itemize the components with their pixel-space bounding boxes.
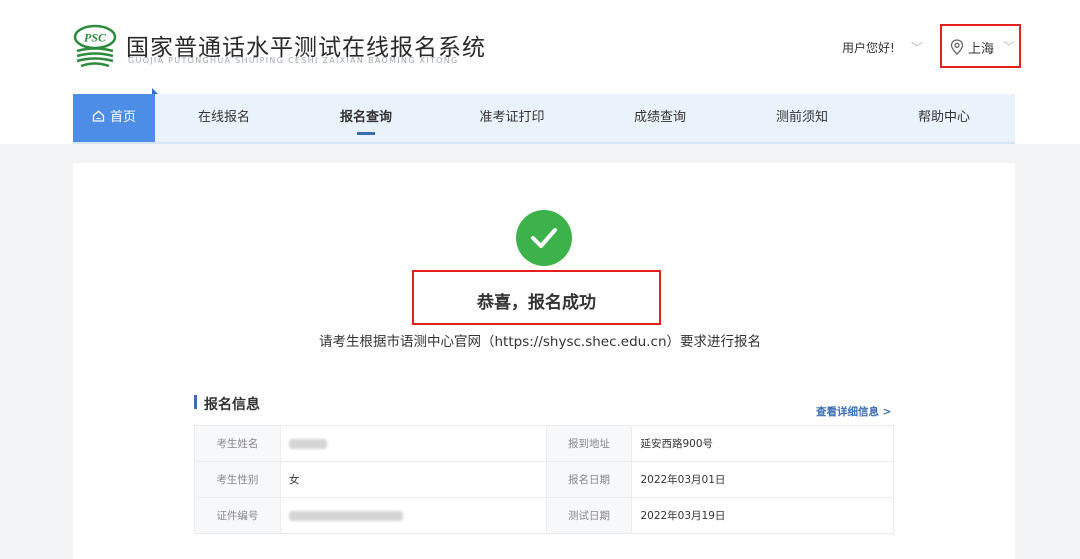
active-tab-indicator: [357, 132, 375, 135]
chevron-down-icon[interactable]: ﹀: [911, 39, 923, 56]
success-check-icon: [516, 210, 572, 266]
main-nav: 首页 在线报名 报名查询 准考证打印 成绩查询 测前须知 帮助中心: [73, 88, 1015, 144]
nav-admission-ticket[interactable]: 准考证打印: [461, 94, 563, 142]
table-row: 考生性别 女 报名日期 2022年03月01日: [194, 461, 894, 498]
nav-home[interactable]: 首页: [73, 88, 158, 142]
redacted-value: [288, 510, 403, 521]
value-name: [279, 425, 547, 462]
nav-home-label: 首页: [109, 110, 136, 125]
nav-tab-fold: [152, 88, 158, 94]
nav-online-register[interactable]: 在线报名: [173, 94, 275, 142]
city-label: 上海: [968, 42, 995, 57]
success-title: 恭喜，报名成功: [477, 293, 596, 313]
label-register-date: 报名日期: [545, 461, 633, 498]
psc-logo: PSC: [73, 24, 117, 68]
label-test-date: 测试日期: [545, 497, 633, 534]
nav-register-query-label: 报名查询: [339, 110, 392, 125]
success-highlight: 恭喜，报名成功: [412, 270, 661, 325]
registration-info-table: 考生姓名 报到地址 延安西路900号 考生性别 女 报名日期 2022年03月0…: [194, 425, 894, 534]
section-title: 报名信息: [204, 397, 260, 413]
label-name: 考生姓名: [194, 425, 281, 462]
table-row: 考生姓名 报到地址 延安西路900号: [194, 425, 894, 462]
value-test-date: 2022年03月19日: [631, 497, 894, 534]
site-subtitle: GUOJIA PUTONGHUA SHUIPING CESHI ZAIXIAN …: [128, 56, 459, 65]
nav-register-query[interactable]: 报名查询: [315, 94, 417, 142]
city-selector[interactable]: 上海 ﹀: [940, 24, 1021, 68]
value-id-number: [279, 497, 547, 534]
location-pin-icon: [950, 39, 964, 55]
label-id-number: 证件编号: [194, 497, 281, 534]
view-details-link[interactable]: 查看详细信息 >: [816, 404, 891, 419]
value-register-date: 2022年03月01日: [631, 461, 894, 498]
svg-text:PSC: PSC: [84, 31, 107, 45]
redacted-value: [288, 438, 327, 449]
table-row: 证件编号 测试日期 2022年03月19日: [194, 497, 894, 534]
section-accent-bar: [194, 395, 197, 409]
user-greeting[interactable]: 用户您好!: [842, 39, 895, 56]
nav-score-query[interactable]: 成绩查询: [609, 94, 711, 142]
registration-notice: 请考生根据市语测中心官网（https://shysc.shec.edu.cn）要…: [318, 334, 762, 350]
chevron-down-icon: ﹀: [1003, 40, 1016, 54]
value-address: 延安西路900号: [631, 425, 894, 462]
nav-help-center[interactable]: 帮助中心: [893, 94, 995, 142]
label-address: 报到地址: [545, 425, 633, 462]
home-icon: [92, 110, 105, 122]
nav-test-notice[interactable]: 测前须知: [751, 94, 853, 142]
value-gender: 女: [279, 461, 547, 498]
label-gender: 考生性别: [194, 461, 281, 498]
